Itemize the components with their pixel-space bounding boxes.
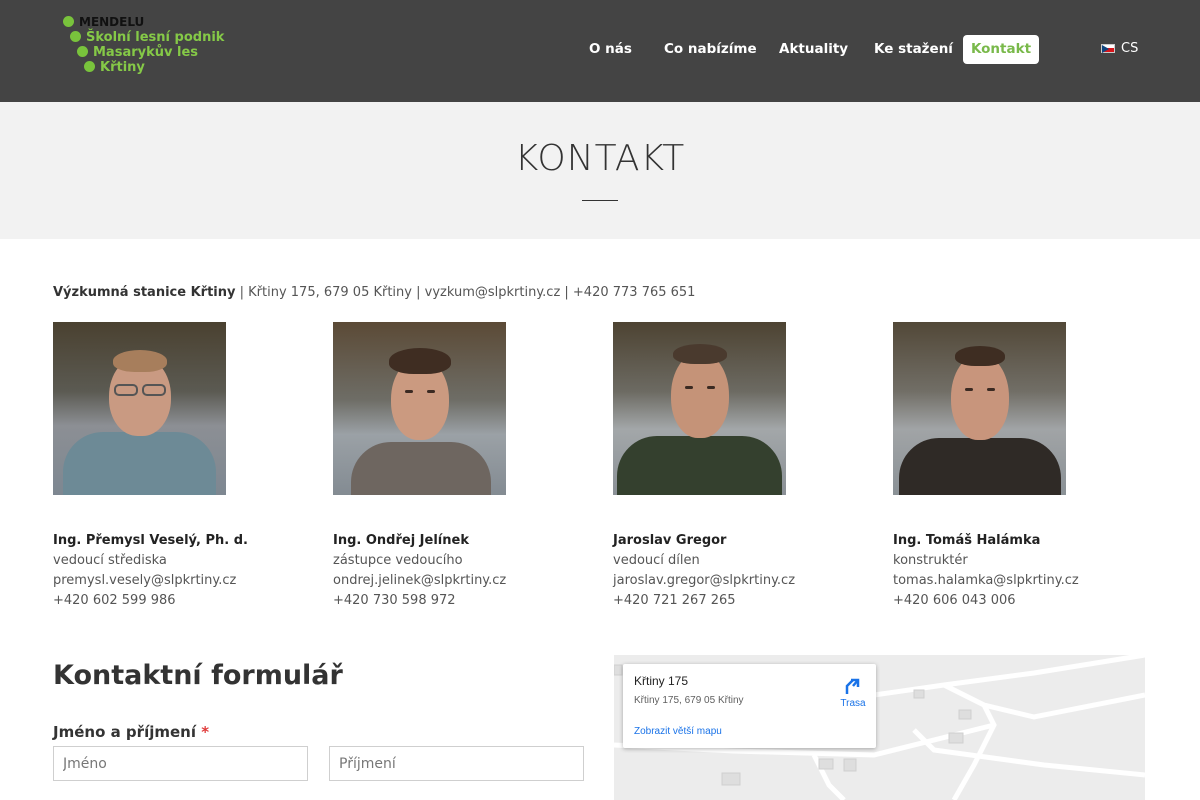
person-role: vedoucí střediska [53,553,167,568]
czech-flag-icon [1101,43,1115,53]
larger-map-link[interactable]: Zobrazit větší mapu [634,726,722,737]
map-info-card: Křtiny 175 Křtiny 175, 679 05 Křtiny Zob… [623,664,876,748]
person-phone[interactable]: +420 721 267 265 [613,591,863,611]
directions-icon [845,678,860,694]
map-address: Křtiny 175 [634,674,689,688]
site-header: MENDELU Školní lesní podnik Masarykův le… [0,0,1200,102]
person-email[interactable]: ondrej.jelinek@slpkrtiny.cz [333,571,583,591]
person-email[interactable]: jaroslav.gregor@slpkrtiny.cz [613,571,863,591]
nav-item-ke-stazeni[interactable]: Ke stažení [874,35,953,64]
language-code: CS [1121,40,1139,56]
person-email[interactable]: premysl.vesely@slpkrtiny.cz [53,571,303,591]
person-phone[interactable]: +420 602 599 986 [53,591,303,611]
logo-line-4: Křtiny [100,60,145,75]
name-field-label: Jméno a příjmení * [53,723,210,741]
person-phone[interactable]: +420 730 598 972 [333,591,583,611]
person-phone[interactable]: +420 606 043 006 [893,591,1143,611]
nav-item-kontakt[interactable]: Kontakt [963,35,1039,64]
station-name: Výzkumná stanice Křtiny [53,285,236,300]
logo-dot-icon [70,31,81,42]
logo-line-3: Masarykův les [93,45,199,60]
contact-form-title: Kontaktní formulář [53,660,343,691]
map-embed[interactable]: Křtiny 175 Křtiny 175, 679 05 Křtiny Zob… [614,655,1145,800]
person-photo [893,322,1066,495]
logo-line-1: MENDELU [79,15,145,29]
page-title: KONTAKT [514,138,686,179]
logo-dot-icon [77,46,88,57]
nav-item-co-nabizime[interactable]: Co nabízíme [664,35,757,64]
required-mark: * [201,723,210,741]
person-role: vedoucí dílen [613,553,700,568]
first-name-input[interactable] [53,746,308,781]
person-photo [53,322,226,495]
person-card: Ing. Přemysl Veselý, Ph. d. vedoucí stře… [53,322,303,611]
logo-line-2: Školní lesní podnik [86,30,225,45]
person-card: Ing. Tomáš Halámka konstruktér tomas.hal… [893,322,1143,611]
route-label: Trasa [840,698,866,709]
person-photo [613,322,786,495]
logo-dot-icon [84,61,95,72]
last-name-input[interactable] [329,746,584,781]
person-email[interactable]: tomas.halamka@slpkrtiny.cz [893,571,1143,591]
nav-item-o-nas[interactable]: O nás [589,35,632,64]
language-switcher[interactable]: CS [1101,40,1138,56]
nav-item-aktuality[interactable]: Aktuality [779,35,848,64]
station-details: | Křtiny 175, 679 05 Křtiny | vyzkum@slp… [235,285,696,300]
logo-dot-icon [63,16,74,27]
person-name: Ing. Tomáš Halámka [893,533,1041,548]
person-name: Ing. Přemysl Veselý, Ph. d. [53,533,248,548]
station-info: Výzkumná stanice Křtiny | Křtiny 175, 67… [53,285,695,300]
title-band: KONTAKT [0,102,1200,239]
title-divider [582,200,618,201]
person-role: zástupce vedoucího [333,553,463,568]
person-photo [333,322,506,495]
route-button[interactable]: Trasa [839,676,867,709]
person-card: Jaroslav Gregor vedoucí dílen jaroslav.g… [613,322,863,611]
person-name: Jaroslav Gregor [613,533,727,548]
person-name: Ing. Ondřej Jelínek [333,533,469,548]
map-subaddress: Křtiny 175, 679 05 Křtiny [634,695,744,706]
person-role: konstruktér [893,553,968,568]
person-card: Ing. Ondřej Jelínek zástupce vedoucího o… [333,322,583,611]
